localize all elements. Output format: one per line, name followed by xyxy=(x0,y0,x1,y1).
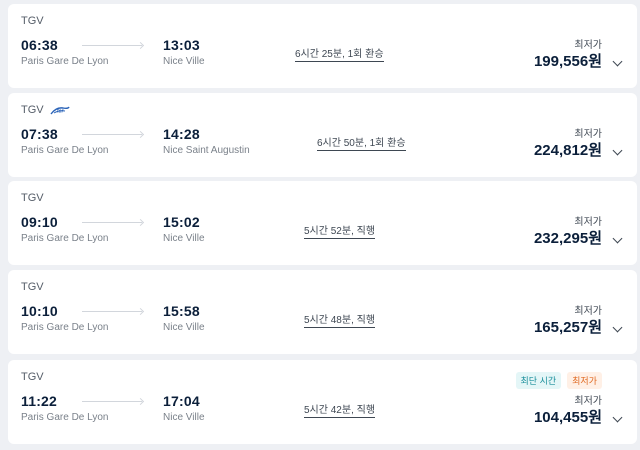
chevron-down-icon[interactable] xyxy=(612,145,623,156)
chevron-down-icon[interactable] xyxy=(612,56,623,67)
departure-time: 10:10 xyxy=(21,303,58,319)
arrow-right-icon xyxy=(82,45,142,46)
departure-time: 09:10 xyxy=(21,214,58,230)
arrow-right-icon xyxy=(82,401,142,402)
operator-label: TGV xyxy=(21,15,44,27)
duration-link[interactable]: 6시간 50분, 1회 환승 xyxy=(317,134,406,151)
arrow-right-icon xyxy=(82,134,142,135)
departure-station: Paris Gare De Lyon xyxy=(21,233,109,244)
arrival-time: 14:28 xyxy=(163,126,200,142)
departure-station: Paris Gare De Lyon xyxy=(21,145,109,156)
price-value: 224,812원 xyxy=(533,142,602,159)
price-label: 최저가 xyxy=(574,129,602,140)
operator-label: TGV ter xyxy=(21,104,70,116)
arrival-station: Nice Saint Augustin xyxy=(163,145,250,156)
departure-time: 06:38 xyxy=(21,37,58,53)
result-badges: 최단 시간 최저가 xyxy=(515,372,602,389)
departure-station: Paris Gare De Lyon xyxy=(21,56,109,67)
operator-label: TGV xyxy=(21,281,44,293)
price-value: 165,257원 xyxy=(533,319,602,336)
arrival-time: 15:02 xyxy=(163,214,200,230)
price-label: 최저가 xyxy=(574,217,602,228)
cheapest-badge: 최저가 xyxy=(567,372,602,389)
train-result-card[interactable]: TGV 06:38 Paris Gare De Lyon 13:03 Nice … xyxy=(8,4,637,88)
operator-label: TGV xyxy=(21,192,44,204)
departure-station: Paris Gare De Lyon xyxy=(21,412,109,423)
price-value: 232,295원 xyxy=(533,230,602,247)
operator-name: TGV xyxy=(21,192,44,204)
train-result-card[interactable]: TGV 10:10 Paris Gare De Lyon 15:58 Nice … xyxy=(8,270,637,354)
fastest-badge: 최단 시간 xyxy=(515,372,562,389)
arrival-station: Nice Ville xyxy=(163,412,205,423)
chevron-down-icon[interactable] xyxy=(612,233,623,244)
departure-time: 11:22 xyxy=(21,393,58,409)
arrival-station: Nice Ville xyxy=(163,322,205,333)
arrow-right-icon xyxy=(82,222,142,223)
arrival-time: 17:04 xyxy=(163,393,200,409)
operator-name: TGV xyxy=(21,371,44,383)
operator-name: TGV xyxy=(21,15,44,27)
departure-station: Paris Gare De Lyon xyxy=(21,322,109,333)
price-label: 최저가 xyxy=(574,40,602,51)
arrival-time: 15:58 xyxy=(163,303,200,319)
arrival-station: Nice Ville xyxy=(163,56,205,67)
chevron-down-icon[interactable] xyxy=(612,412,623,423)
duration-link[interactable]: 6시간 25분, 1회 환승 xyxy=(295,45,384,62)
operator-name: TGV xyxy=(21,281,44,293)
arrow-right-icon xyxy=(82,311,142,312)
departure-time: 07:38 xyxy=(21,126,58,142)
price-value: 199,556원 xyxy=(533,53,602,70)
arrival-time: 13:03 xyxy=(163,37,200,53)
operator-name: TGV xyxy=(21,104,44,116)
duration-link[interactable]: 5시간 48분, 직행 xyxy=(304,311,376,328)
price-label: 최저가 xyxy=(574,396,602,407)
price-label: 최저가 xyxy=(574,306,602,317)
arrival-station: Nice Ville xyxy=(163,233,205,244)
train-result-card[interactable]: TGV 최단 시간 최저가 11:22 Paris Gare De Lyon 1… xyxy=(8,360,637,444)
price-value: 104,455원 xyxy=(533,409,602,426)
train-result-card[interactable]: TGV ter 07:38 Paris Gare De Lyon 14:28 N… xyxy=(8,93,637,177)
svg-text:ter: ter xyxy=(57,108,64,114)
train-result-card[interactable]: TGV 09:10 Paris Gare De Lyon 15:02 Nice … xyxy=(8,181,637,265)
ter-logo-icon: ter xyxy=(50,106,70,114)
operator-label: TGV xyxy=(21,371,44,383)
duration-link[interactable]: 5시간 42분, 직행 xyxy=(304,401,376,418)
duration-link[interactable]: 5시간 52분, 직행 xyxy=(304,222,376,239)
chevron-down-icon[interactable] xyxy=(612,322,623,333)
